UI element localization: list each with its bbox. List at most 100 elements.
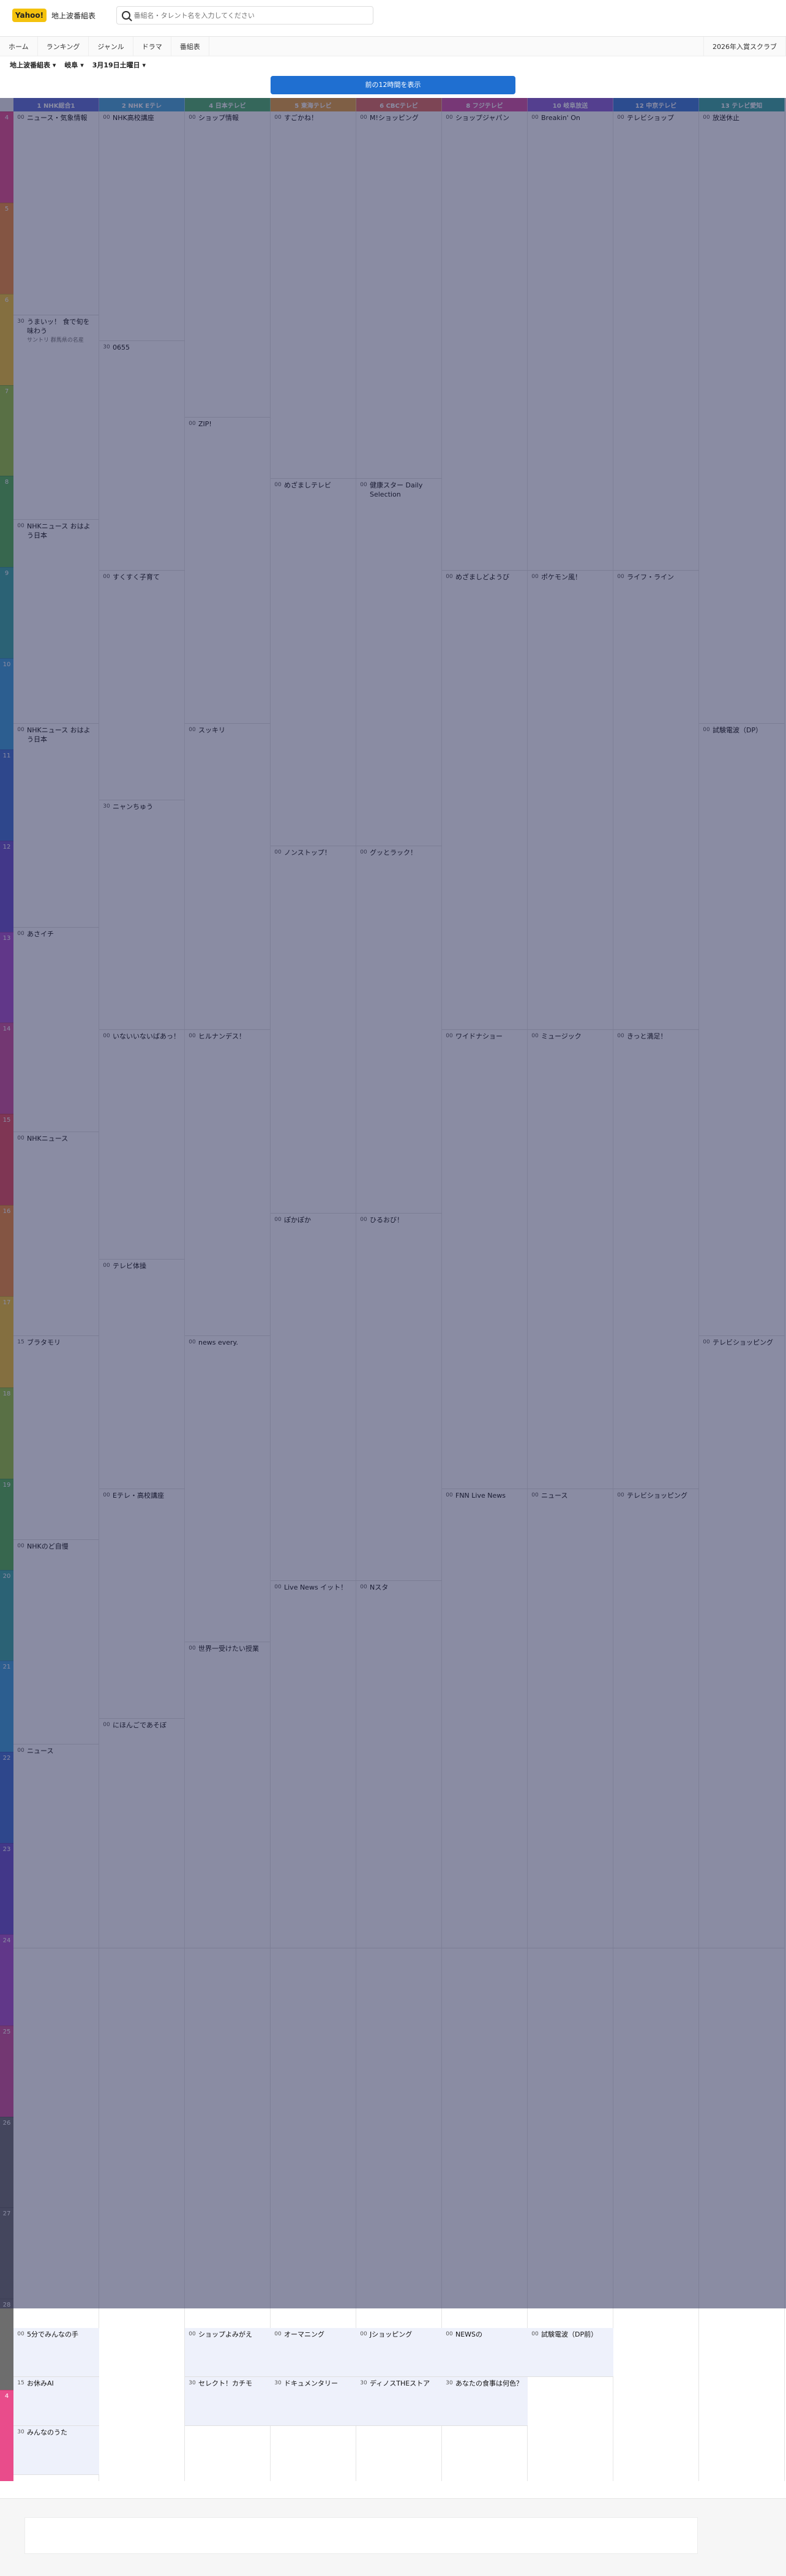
program-cell[interactable]: 30 うまいッ！ 食で旬を味わう サントリ 群馬県の名産 xyxy=(13,315,99,520)
program-title: Live News イット！ xyxy=(284,1583,348,1591)
program-cell[interactable]: 00 放送休止 xyxy=(699,111,785,724)
program-minute: 00 xyxy=(189,1033,196,1039)
channel-header[interactable]: 1 NHK総合1 xyxy=(13,98,99,111)
program-title: 0655 xyxy=(113,344,130,351)
program-cell[interactable]: 30 セレクト！カチモ xyxy=(185,2377,271,2426)
nav-right-link[interactable]: 2026年入賞スクラブ xyxy=(703,36,786,56)
program-minute: 00 xyxy=(189,727,196,733)
program-minute: 00 xyxy=(189,115,196,121)
program-cell[interactable]: 15 ブラタモリ xyxy=(13,1336,99,1541)
program-cell[interactable]: 00 NHKのど自慢 xyxy=(13,1540,99,1744)
program-minute: 00 xyxy=(274,1217,282,1223)
search-bar[interactable] xyxy=(116,6,373,24)
program-cell[interactable]: 00 グッとラック！ xyxy=(356,846,442,1214)
program-cell[interactable]: 00 テレビショップ xyxy=(613,111,699,571)
program-title: ニュース xyxy=(27,1746,54,1755)
logo[interactable]: Yahoo! 地上波番組表 xyxy=(12,9,95,22)
program-cell[interactable]: 00 ニュース xyxy=(528,1489,613,1948)
program-cell[interactable]: 00 あさイチ xyxy=(13,928,99,1132)
channel-header[interactable]: 4 日本テレビ xyxy=(185,98,271,111)
program-cell[interactable]: 00 ぽかぽか xyxy=(271,1214,356,1581)
program-cell[interactable]: 00 オーマニング xyxy=(271,2328,356,2377)
nav-ranking[interactable]: ランキング xyxy=(38,36,89,56)
program-minute: 00 xyxy=(17,522,24,529)
program-cell[interactable]: 00 ミュージック xyxy=(528,1030,613,1489)
program-cell[interactable]: 30 ドキュメンタリー xyxy=(271,2377,356,2426)
program-cell[interactable]: 00 ZIP! xyxy=(185,418,271,724)
program-cell[interactable]: 00 5分でみんなの手 xyxy=(13,2328,99,2377)
program-cell[interactable]: 15 お休みAI xyxy=(13,2377,99,2426)
program-cell[interactable]: 00 Eテレ・高校講座 xyxy=(99,1489,185,1719)
program-cell[interactable]: 30 あなたの食事は何色？ xyxy=(442,2377,528,2426)
program-cell[interactable]: 00 にほんごであそぼ xyxy=(99,1719,185,1948)
program-cell[interactable]: 00 ショップ情報 xyxy=(185,111,271,418)
filter-date[interactable]: 3月19日土曜日 ▾ xyxy=(92,60,146,70)
program-title: テレビ体操 xyxy=(113,1262,146,1270)
program-cell[interactable]: 00 NHKニュース xyxy=(13,1132,99,1336)
program-cell[interactable]: 00 Jショッピング xyxy=(356,2328,442,2377)
program-cell[interactable]: 00 試験電波（DP） xyxy=(699,724,785,1336)
program-cell[interactable]: 00 NHK高校講座 xyxy=(99,111,185,341)
program-cell[interactable]: 00 Breakin' On xyxy=(528,111,613,571)
program-cell[interactable]: 00 スッキリ xyxy=(185,724,271,1030)
program-cell[interactable]: 30 ディノスTHEストア xyxy=(356,2377,442,2426)
program-minute: 00 xyxy=(446,574,453,580)
program-cell[interactable]: 00 ショップよみがえ xyxy=(185,2328,271,2377)
program-cell[interactable]: 00 NHKニュース おはよう日本 xyxy=(13,520,99,724)
program-title: FNN Live News xyxy=(455,1492,506,1500)
channel-header[interactable]: 6 CBCテレビ xyxy=(356,98,442,111)
program-cell[interactable]: 00 ワイドナショー xyxy=(442,1030,528,1489)
program-cell[interactable]: 00 世界一受けたい授業 xyxy=(185,1642,271,1948)
program-cell[interactable]: 30 みんなのうた xyxy=(13,2426,99,2475)
program-cell[interactable]: 00 ひるおび！ xyxy=(356,1214,442,1581)
program-cell[interactable]: 00 M!ショッピング xyxy=(356,111,442,479)
program-cell[interactable]: 00 Nスタ xyxy=(356,1581,442,1948)
yahoo-logo: Yahoo! xyxy=(12,9,47,22)
program-cell[interactable]: 00 めざましテレビ xyxy=(271,479,356,846)
program-minute: 00 xyxy=(17,727,24,733)
program-minute: 00 xyxy=(17,931,24,937)
filter-broadcast-type[interactable]: 地上波番組表 ▾ xyxy=(10,60,56,70)
program-cell[interactable]: 00 ニュース・気象情報 xyxy=(13,111,99,316)
program-cell[interactable]: 00 めざましどようび xyxy=(442,571,528,1030)
program-title: セレクト！カチモ xyxy=(198,2379,252,2387)
program-title: 放送休止 xyxy=(713,114,739,122)
channel-header[interactable]: 12 中京テレビ xyxy=(613,98,699,111)
program-cell[interactable]: 00 ニュース xyxy=(13,1744,99,1948)
nav-guide[interactable]: 番組表 xyxy=(171,36,209,56)
program-cell[interactable]: 00 テレビショッピング xyxy=(699,1336,785,1948)
program-cell[interactable]: 00 ヒルナンデス！ xyxy=(185,1030,271,1336)
program-cell[interactable]: 00 テレビ体操 xyxy=(99,1260,185,1489)
channel-header[interactable]: 2 NHK Eテレ xyxy=(99,98,185,111)
program-cell[interactable]: 00 ショップジャパン xyxy=(442,111,528,571)
program-cell[interactable]: 00 news every. xyxy=(185,1336,271,1642)
program-cell[interactable]: 00 Live News イット！ xyxy=(271,1581,356,1948)
program-cell[interactable]: 00 NEWSの xyxy=(442,2328,528,2377)
program-cell[interactable]: 30 0655 xyxy=(99,341,185,571)
program-cell[interactable]: 00 ポケモン風！ xyxy=(528,571,613,1030)
program-cell[interactable]: 00 いないいないばあっ！ xyxy=(99,1030,185,1260)
program-cell[interactable]: 00 テレビショッピング xyxy=(613,1489,699,1948)
program-cell[interactable]: 00 試験電波（DP前） xyxy=(528,2328,613,2377)
nav-drama[interactable]: ドラマ xyxy=(133,36,171,56)
hour-label: 5 xyxy=(0,202,13,294)
program-cell[interactable]: 00 NHKニュース おはよう日本 xyxy=(13,724,99,928)
program-minute: 00 xyxy=(703,727,710,733)
channel-header[interactable]: 10 岐阜放送 xyxy=(528,98,613,111)
program-cell[interactable]: 00 FNN Live News xyxy=(442,1489,528,1948)
nav-home[interactable]: ホーム xyxy=(0,36,38,56)
program-cell[interactable]: 00 きっと満足！ xyxy=(613,1030,699,1489)
program-cell[interactable]: 30 ニャンちゅう xyxy=(99,800,185,1030)
program-cell[interactable]: 00 ライフ・ライン xyxy=(613,571,699,1030)
nav-genre[interactable]: ジャンル xyxy=(89,36,133,56)
channel-header[interactable]: 5 東海テレビ xyxy=(271,98,356,111)
program-cell[interactable]: 00 ノンストップ！ xyxy=(271,846,356,1214)
search-input[interactable] xyxy=(133,11,368,20)
program-cell[interactable]: 00 すくすく子育て xyxy=(99,571,185,800)
prev-12h-button[interactable]: 前の12時間を表示 xyxy=(271,76,515,94)
program-cell[interactable]: 00 すごかね！ xyxy=(271,111,356,479)
program-cell[interactable]: 00 健康スター Daily Selection xyxy=(356,479,442,846)
channel-header[interactable]: 8 フジテレビ xyxy=(442,98,528,111)
filter-region[interactable]: 岐阜 ▾ xyxy=(64,60,83,70)
channel-header[interactable]: 13 テレビ愛知 xyxy=(699,98,785,111)
